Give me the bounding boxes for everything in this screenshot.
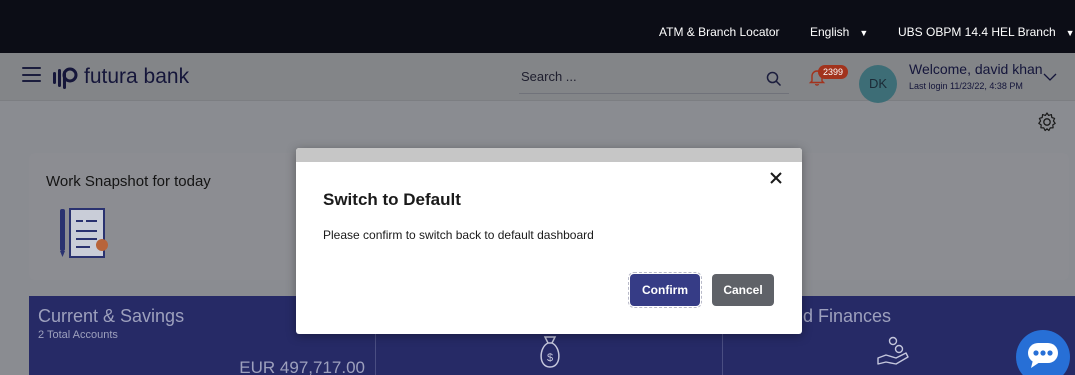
money-bag-icon: $ (540, 336, 560, 368)
task-list-icon (60, 208, 108, 258)
svg-text:$: $ (547, 352, 553, 364)
current-savings-title: Current & Savings (38, 306, 185, 326)
chat-button[interactable] (1016, 330, 1070, 375)
search-placeholder: Search ... (521, 69, 577, 84)
gear-icon[interactable] (1036, 111, 1058, 133)
bank-logo-icon (53, 67, 78, 89)
dialog-message: Please confirm to switch back to default… (323, 228, 594, 242)
confirm-button[interactable]: Confirm (628, 272, 702, 308)
brand-name: futura bank (84, 65, 190, 88)
welcome-text[interactable]: Welcome, david khan (909, 61, 1043, 77)
notification-badge: 2399 (818, 65, 849, 79)
language-label: English (810, 25, 850, 39)
last-login-text: Last login 11/23/22, 4:38 PM (909, 81, 1023, 91)
menu-icon[interactable] (22, 67, 41, 82)
cancel-button[interactable]: Cancel (712, 274, 774, 306)
dialog-title: Switch to Default (323, 190, 461, 209)
chat-icon (1028, 343, 1058, 368)
search-input[interactable]: Search ... (519, 64, 789, 94)
caret-down-icon: ▼ (859, 28, 869, 38)
search-icon[interactable] (766, 71, 782, 87)
avatar[interactable]: DK (859, 65, 897, 103)
branch-selector[interactable]: UBS OBPM 14.4 HEL Branch ▼ (898, 25, 1075, 39)
total-accounts-text: 2 Total Accounts (38, 329, 118, 341)
language-selector[interactable]: English ▼ (810, 25, 868, 39)
caret-down-icon: ▼ (1065, 28, 1075, 38)
dialog-top-edge (296, 148, 802, 162)
chevron-down-icon[interactable] (1042, 69, 1058, 85)
top-utility-bar: ATM & Branch Locator English ▼ UBS OBPM 1… (0, 0, 1075, 53)
main-header: futura bank Search ... 2399 DK Welcome, … (0, 53, 1075, 103)
atm-branch-locator-link[interactable]: ATM & Branch Locator (659, 25, 780, 39)
close-icon[interactable] (768, 170, 784, 186)
work-snapshot-title: Work Snapshot for today (46, 173, 211, 190)
branch-label: UBS OBPM 14.4 HEL Branch (898, 25, 1056, 39)
brand-logo[interactable]: futura bank (52, 62, 189, 92)
switch-to-default-dialog: Switch to Default Please confirm to swit… (296, 148, 802, 334)
current-savings-amount: EUR 497,717.00 (239, 358, 365, 375)
finances-title: d Finances (803, 306, 892, 326)
hand-coins-icon (877, 336, 909, 365)
